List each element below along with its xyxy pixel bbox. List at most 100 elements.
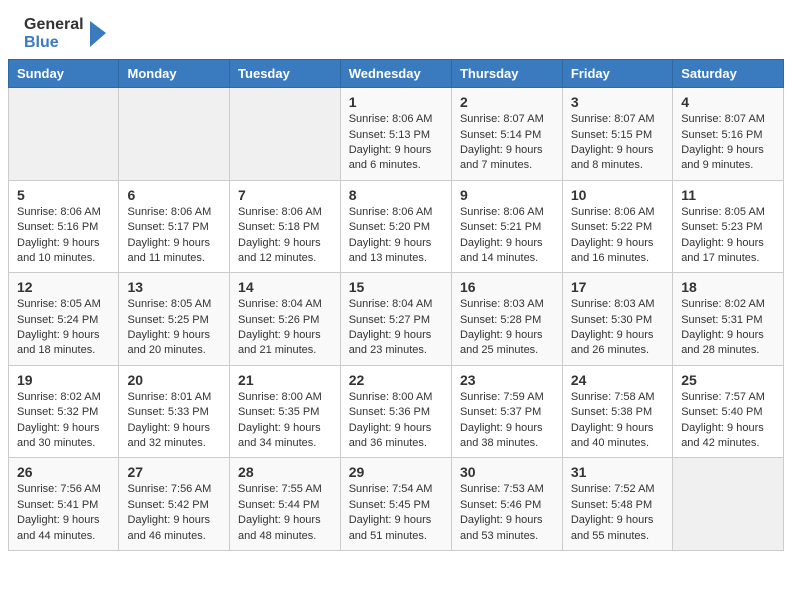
day-number: 23 [460,372,554,388]
day-number: 13 [127,279,221,295]
day-number: 19 [17,372,110,388]
day-info: Sunrise: 8:01 AMSunset: 5:33 PMDaylight:… [127,390,221,452]
day-info: Sunrise: 8:06 AMSunset: 5:13 PMDaylight:… [349,112,443,174]
day-info: Sunrise: 8:00 AMSunset: 5:36 PMDaylight:… [349,390,443,452]
day-number: 8 [349,187,443,203]
day-number: 5 [17,187,110,203]
day-number: 26 [17,464,110,480]
day-number: 30 [460,464,554,480]
day-info: Sunrise: 8:02 AMSunset: 5:32 PMDaylight:… [17,390,110,452]
calendar-cell: 7 Sunrise: 8:06 AMSunset: 5:18 PMDaylight… [230,180,341,273]
week-row-3: 12 Sunrise: 8:05 AMSunset: 5:24 PMDayligh… [9,273,784,366]
logo-blue: Blue [24,34,84,52]
day-info: Sunrise: 7:55 AMSunset: 5:44 PMDaylight:… [238,482,332,544]
day-info: Sunrise: 8:06 AMSunset: 5:20 PMDaylight:… [349,205,443,267]
day-number: 24 [571,372,664,388]
calendar-cell: 15Sunrise: 8:04 AMSunset: 5:27 PMDayligh… [340,273,451,366]
weekday-header-monday: Monday [119,60,230,88]
calendar-cell: 30 Sunrise: 7:53 AMSunset: 5:46 PMDayligh… [451,458,562,551]
calendar-cell [673,458,784,551]
weekday-header-saturday: Saturday [673,60,784,88]
calendar-cell: 5 Sunrise: 8:06 AMSunset: 5:16 PMDaylight… [9,180,119,273]
week-row-1: 1 Sunrise: 8:06 AMSunset: 5:13 PMDaylight… [9,88,784,181]
calendar-cell [9,88,119,181]
day-number: 28 [238,464,332,480]
calendar-cell: 26 Sunrise: 7:56 AMSunset: 5:41 PMDayligh… [9,458,119,551]
day-info: Sunrise: 7:53 AMSunset: 5:46 PMDaylight:… [460,482,554,544]
day-info: Sunrise: 8:03 AMSunset: 5:28 PMDaylight:… [460,297,554,359]
day-number: 9 [460,187,554,203]
day-info: Sunrise: 8:05 AMSunset: 5:25 PMDaylight:… [127,297,221,359]
day-info: Sunrise: 7:56 AMSunset: 5:41 PMDaylight:… [17,482,110,544]
calendar-cell: 17 Sunrise: 8:03 AMSunset: 5:30 PMDayligh… [562,273,672,366]
calendar-cell: 21 Sunrise: 8:00 AMSunset: 5:35 PMDayligh… [230,365,341,458]
day-number: 31 [571,464,664,480]
day-number: 7 [238,187,332,203]
calendar-cell: 8 Sunrise: 8:06 AMSunset: 5:20 PMDaylight… [340,180,451,273]
week-row-5: 26 Sunrise: 7:56 AMSunset: 5:41 PMDayligh… [9,458,784,551]
day-info: Sunrise: 8:03 AMSunset: 5:30 PMDaylight:… [571,297,664,359]
logo-wordmark: General Blue [24,16,108,51]
calendar-cell: 3 Sunrise: 8:07 AMSunset: 5:15 PMDaylight… [562,88,672,181]
calendar-cell: 10 Sunrise: 8:06 AMSunset: 5:22 PMDayligh… [562,180,672,273]
day-number: 16 [460,279,554,295]
weekday-header-row: SundayMondayTuesdayWednesdayThursdayFrid… [9,60,784,88]
day-info: Sunrise: 8:06 AMSunset: 5:17 PMDaylight:… [127,205,221,267]
day-number: 12 [17,279,110,295]
calendar-cell: 2Sunrise: 8:07 AMSunset: 5:14 PMDaylight… [451,88,562,181]
day-number: 3 [571,94,664,110]
header: General Blue [0,0,792,59]
day-info: Sunrise: 7:56 AMSunset: 5:42 PMDaylight:… [127,482,221,544]
day-number: 17 [571,279,664,295]
day-number: 22 [349,372,443,388]
calendar-cell: 12 Sunrise: 8:05 AMSunset: 5:24 PMDayligh… [9,273,119,366]
day-info: Sunrise: 8:07 AMSunset: 5:15 PMDaylight:… [571,112,664,174]
calendar-cell: 1 Sunrise: 8:06 AMSunset: 5:13 PMDaylight… [340,88,451,181]
calendar-cell: 14 Sunrise: 8:04 AMSunset: 5:26 PMDayligh… [230,273,341,366]
calendar-cell: 18Sunrise: 8:02 AMSunset: 5:31 PMDayligh… [673,273,784,366]
day-number: 4 [681,94,775,110]
day-info: Sunrise: 8:05 AMSunset: 5:23 PMDaylight:… [681,205,775,267]
calendar-cell: 19 Sunrise: 8:02 AMSunset: 5:32 PMDayligh… [9,365,119,458]
logo: General Blue [24,16,108,51]
day-info: Sunrise: 8:05 AMSunset: 5:24 PMDaylight:… [17,297,110,359]
day-number: 25 [681,372,775,388]
day-info: Sunrise: 8:04 AMSunset: 5:26 PMDaylight:… [238,297,332,359]
day-info: Sunrise: 8:06 AMSunset: 5:16 PMDaylight:… [17,205,110,267]
calendar-cell: 16 Sunrise: 8:03 AMSunset: 5:28 PMDayligh… [451,273,562,366]
day-number: 27 [127,464,221,480]
calendar-cell: 27 Sunrise: 7:56 AMSunset: 5:42 PMDayligh… [119,458,230,551]
day-number: 6 [127,187,221,203]
logo-sail-icon [86,19,108,49]
calendar-cell: 25Sunrise: 7:57 AMSunset: 5:40 PMDayligh… [673,365,784,458]
day-number: 10 [571,187,664,203]
week-row-4: 19 Sunrise: 8:02 AMSunset: 5:32 PMDayligh… [9,365,784,458]
day-number: 20 [127,372,221,388]
calendar-table: SundayMondayTuesdayWednesdayThursdayFrid… [8,59,784,551]
day-info: Sunrise: 8:04 AMSunset: 5:27 PMDaylight:… [349,297,443,359]
calendar-cell: 11Sunrise: 8:05 AMSunset: 5:23 PMDayligh… [673,180,784,273]
day-info: Sunrise: 8:00 AMSunset: 5:35 PMDaylight:… [238,390,332,452]
day-info: Sunrise: 8:07 AMSunset: 5:14 PMDaylight:… [460,112,554,174]
calendar-cell: 6 Sunrise: 8:06 AMSunset: 5:17 PMDaylight… [119,180,230,273]
day-number: 14 [238,279,332,295]
day-info: Sunrise: 7:59 AMSunset: 5:37 PMDaylight:… [460,390,554,452]
day-number: 18 [681,279,775,295]
calendar-cell: 28 Sunrise: 7:55 AMSunset: 5:44 PMDayligh… [230,458,341,551]
day-info: Sunrise: 8:06 AMSunset: 5:22 PMDaylight:… [571,205,664,267]
logo-general: General [24,16,84,34]
day-info: Sunrise: 8:06 AMSunset: 5:21 PMDaylight:… [460,205,554,267]
day-number: 21 [238,372,332,388]
calendar-cell: 13 Sunrise: 8:05 AMSunset: 5:25 PMDayligh… [119,273,230,366]
calendar-cell [230,88,341,181]
weekday-header-thursday: Thursday [451,60,562,88]
day-info: Sunrise: 8:07 AMSunset: 5:16 PMDaylight:… [681,112,775,174]
day-number: 1 [349,94,443,110]
calendar-cell: 24 Sunrise: 7:58 AMSunset: 5:38 PMDayligh… [562,365,672,458]
day-info: Sunrise: 7:58 AMSunset: 5:38 PMDaylight:… [571,390,664,452]
calendar-cell: 20 Sunrise: 8:01 AMSunset: 5:33 PMDayligh… [119,365,230,458]
calendar-cell: 29Sunrise: 7:54 AMSunset: 5:45 PMDayligh… [340,458,451,551]
weekday-header-friday: Friday [562,60,672,88]
calendar-cell: 4 Sunrise: 8:07 AMSunset: 5:16 PMDaylight… [673,88,784,181]
day-info: Sunrise: 8:06 AMSunset: 5:18 PMDaylight:… [238,205,332,267]
